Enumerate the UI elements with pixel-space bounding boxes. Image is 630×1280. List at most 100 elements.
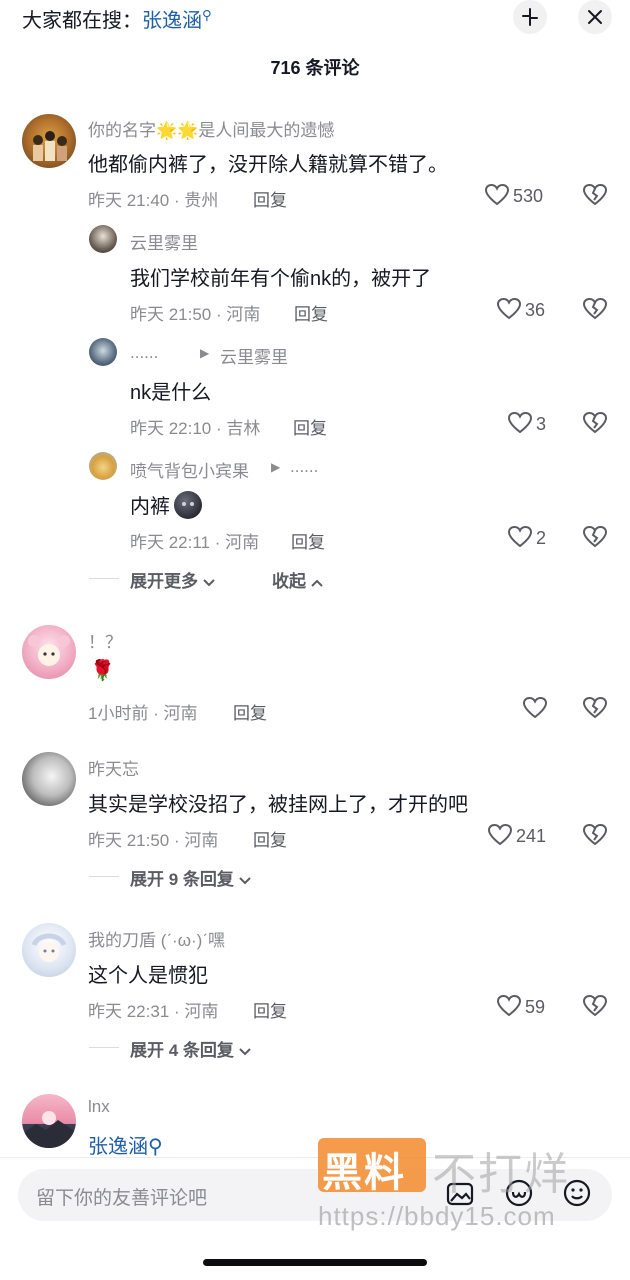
like-button[interactable] <box>496 994 522 1023</box>
avatar[interactable] <box>22 114 76 168</box>
like-button[interactable] <box>496 297 522 326</box>
reply-to-username[interactable]: ...... <box>290 457 318 477</box>
comment-content: 内裤 <box>130 496 170 518</box>
close-button[interactable] <box>578 0 612 34</box>
reply-button[interactable]: 回复 <box>291 528 325 553</box>
comment-content: 我们学校前年有个偷nk的，被开了 <box>130 268 432 290</box>
heart-icon <box>522 696 548 719</box>
comment-username[interactable]: 你的名字🌟🌟是人间最大的遗憾 <box>88 116 334 141</box>
chevron-up-icon <box>311 579 323 587</box>
watermark-text: 黑料 <box>322 1151 406 1195</box>
comment-content-row: 内裤 <box>130 490 202 519</box>
comment-meta: 昨天 21:40 · 贵州 <box>88 191 219 210</box>
comment-meta: 昨天 21:50 · 河南 <box>88 831 219 850</box>
comment-username[interactable]: 云里雾里 <box>130 229 198 254</box>
like-button[interactable] <box>522 696 548 725</box>
comment-meta: 昨天 21:50 · 河南 <box>130 305 261 324</box>
comment-username[interactable]: lnx <box>88 1097 110 1117</box>
dislike-button[interactable] <box>582 183 608 212</box>
chevron-down-icon <box>203 579 215 587</box>
broken-heart-icon <box>582 525 608 548</box>
like-button[interactable] <box>484 183 510 212</box>
reply-button[interactable]: 回复 <box>253 826 287 851</box>
watermark-url: https://bbdy15.com <box>318 1201 556 1231</box>
avatar[interactable] <box>22 923 76 977</box>
comment-meta: 昨天 22:31 · 河南 <box>88 1002 219 1021</box>
reply-button[interactable]: 回复 <box>293 414 327 439</box>
comment-meta: 昨天 22:10 · 吉林 <box>130 419 261 438</box>
dislike-button[interactable] <box>582 525 608 554</box>
broken-heart-icon <box>582 696 608 719</box>
collapse-replies-button[interactable]: 收起 <box>272 567 323 592</box>
like-count: 3 <box>536 414 547 434</box>
expand-replies-label: 展开 9 条回复 <box>130 870 234 889</box>
heart-icon <box>507 525 533 548</box>
comment-username[interactable]: 昨天忘 <box>88 755 139 780</box>
like-count: 36 <box>525 300 546 320</box>
avatar[interactable] <box>22 752 76 806</box>
avatar-image <box>22 1111 76 1148</box>
comment-username[interactable]: 喷气背包小宾果 <box>130 457 249 482</box>
collapse-button[interactable] <box>513 0 547 34</box>
avatar[interactable] <box>89 452 117 480</box>
like-button[interactable] <box>487 823 513 852</box>
home-indicator <box>203 1259 427 1266</box>
reply-to-arrow-icon: ▶ <box>200 346 210 360</box>
search-suggestion[interactable]: 大家都在搜：张逸涵⚲ <box>22 4 212 33</box>
comment-content: 张逸涵 <box>88 1136 148 1158</box>
comment-meta: 1小时前 · 河南 <box>88 704 198 723</box>
expand-replies-label: 展开 4 条回复 <box>130 1041 234 1060</box>
reply-button[interactable]: 回复 <box>253 997 287 1022</box>
reply-to-username[interactable]: 云里雾里 <box>220 343 288 368</box>
dislike-button[interactable] <box>582 411 608 440</box>
avatar[interactable] <box>22 625 76 679</box>
search-keyword-link[interactable]: 张逸涵 <box>142 10 202 32</box>
reply-to-arrow-icon: ▶ <box>271 460 281 474</box>
divider-dash <box>89 876 119 877</box>
like-button[interactable] <box>507 525 533 554</box>
reply-button[interactable]: 回复 <box>294 300 328 325</box>
avatar-image <box>33 131 67 161</box>
like-count: 241 <box>516 826 547 846</box>
dislike-button[interactable] <box>582 297 608 326</box>
expand-more-label: 展开更多 <box>130 572 198 591</box>
collapse-icon <box>522 8 538 26</box>
comment-input-placeholder: 留下你的友善评论吧 <box>36 1188 208 1209</box>
avatar[interactable] <box>89 225 117 253</box>
heart-icon <box>496 297 522 320</box>
comment-username[interactable]: ...... <box>130 343 158 363</box>
collapse-label: 收起 <box>272 572 306 591</box>
comment-content-link[interactable]: 张逸涵⚲ <box>88 1130 163 1159</box>
dislike-button[interactable] <box>582 994 608 1023</box>
heart-icon <box>487 823 513 846</box>
heart-icon <box>507 411 533 434</box>
reply-button[interactable]: 回复 <box>233 699 267 724</box>
comment-count: 716 条评论 <box>270 58 360 78</box>
comment-username[interactable]: 我的刀盾 (ˊ·ω·)ˊ嘿 <box>88 926 225 951</box>
dislike-button[interactable] <box>582 696 608 725</box>
broken-heart-icon <box>582 823 608 846</box>
broken-heart-icon <box>582 297 608 320</box>
divider-dash <box>89 1047 119 1048</box>
broken-heart-icon <box>582 994 608 1017</box>
avatar[interactable] <box>89 338 117 366</box>
search-icon: ⚲ <box>148 1136 163 1158</box>
search-prefix: 大家都在搜： <box>22 10 142 32</box>
comment-content: 他都偷内裤了，没开除人籍就算不错了。 <box>88 154 448 176</box>
dislike-button[interactable] <box>582 823 608 852</box>
broken-heart-icon <box>582 183 608 206</box>
comment-content: 🌹 <box>90 660 115 682</box>
chevron-down-icon <box>238 1048 251 1056</box>
like-count: 59 <box>525 997 546 1017</box>
like-count: 530 <box>513 186 544 206</box>
avatar-image <box>28 635 70 666</box>
sticker-emoji-icon <box>174 490 202 519</box>
expand-replies-button[interactable]: 展开 9 条回复 <box>130 865 251 890</box>
expand-replies-button[interactable]: 展开 4 条回复 <box>130 1036 251 1061</box>
expand-more-button[interactable]: 展开更多 <box>130 567 215 592</box>
reply-button[interactable]: 回复 <box>253 186 287 211</box>
like-count: 2 <box>536 528 547 548</box>
comment-username[interactable]: ！？ <box>88 628 122 653</box>
like-button[interactable] <box>507 411 533 440</box>
avatar[interactable] <box>22 1094 76 1148</box>
